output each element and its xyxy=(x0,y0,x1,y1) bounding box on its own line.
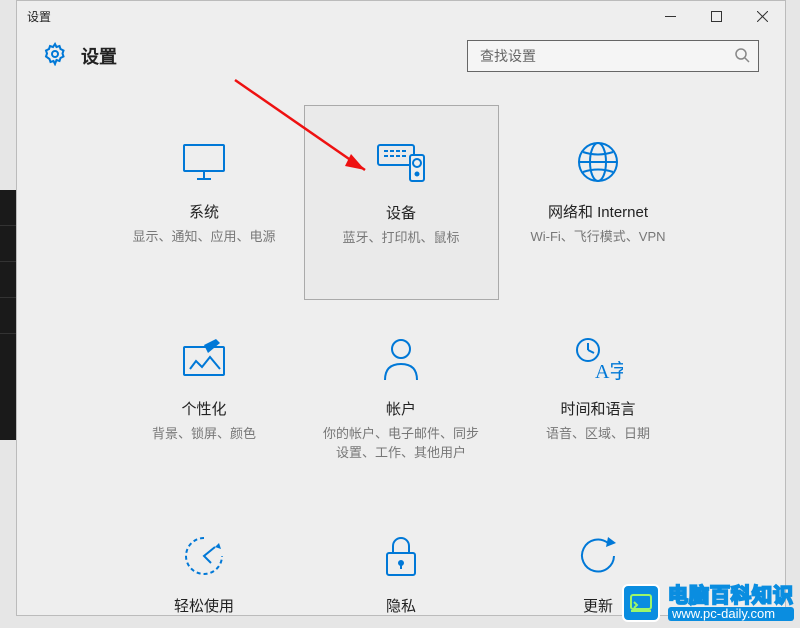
search-placeholder: 查找设置 xyxy=(480,46,734,66)
watermark: 电脑百科知识 www.pc-daily.com xyxy=(622,584,794,622)
maximize-button[interactable] xyxy=(693,1,739,31)
tile-title: 隐私 xyxy=(386,595,416,615)
close-button[interactable] xyxy=(739,1,785,31)
tile-system[interactable]: 系统 显示、通知、应用、电源 xyxy=(107,105,302,300)
tile-title: 系统 xyxy=(189,201,219,222)
update-icon xyxy=(575,529,621,583)
settings-window: 设置 设置 查找设置 xyxy=(16,0,786,616)
tiles-grid: 系统 显示、通知、应用、电源 设备 蓝牙、打印机、鼠标 xyxy=(107,105,696,615)
devices-icon xyxy=(374,136,428,190)
tile-desc: 语音、区域、日期 xyxy=(532,425,664,444)
tile-title: 时间和语言 xyxy=(560,398,635,419)
tile-desc: Wi-Fi、飞行模式、VPN xyxy=(516,228,679,247)
search-input[interactable]: 查找设置 xyxy=(467,40,759,72)
tile-privacy[interactable]: 隐私 位置、相机 xyxy=(304,499,499,615)
tile-title: 网络和 Internet xyxy=(548,201,648,222)
tile-desc: 蓝牙、打印机、鼠标 xyxy=(328,229,473,248)
tile-desc: 你的帐户、电子邮件、同步设置、工作、其他用户 xyxy=(304,425,499,463)
window-title: 设置 xyxy=(27,8,51,25)
globe-icon xyxy=(575,135,621,189)
tile-desc: 背景、锁屏、颜色 xyxy=(138,425,270,444)
search-icon xyxy=(734,47,750,66)
tile-ease-of-access[interactable]: 轻松使用 讲述人、放大镜、高对 xyxy=(107,499,302,615)
tile-network[interactable]: 网络和 Internet Wi-Fi、飞行模式、VPN xyxy=(501,105,696,300)
content-area: 系统 显示、通知、应用、电源 设备 蓝牙、打印机、鼠标 xyxy=(17,81,785,615)
tile-title: 设备 xyxy=(386,202,416,223)
tile-personalization[interactable]: 个性化 背景、锁屏、颜色 xyxy=(107,302,302,497)
tile-accounts[interactable]: 帐户 你的帐户、电子邮件、同步设置、工作、其他用户 xyxy=(304,302,499,497)
svg-text:A字: A字 xyxy=(595,360,623,382)
titlebar-controls xyxy=(647,1,785,31)
watermark-text-cn: 电脑百科知识 xyxy=(668,585,794,607)
gear-icon xyxy=(43,42,67,71)
tile-title: 更新 xyxy=(583,595,613,615)
external-sidebar xyxy=(0,190,16,440)
tile-time-language[interactable]: A字 时间和语言 语音、区域、日期 xyxy=(501,302,696,497)
watermark-text-en: www.pc-daily.com xyxy=(668,607,794,621)
time-language-icon: A字 xyxy=(573,332,623,386)
ease-icon xyxy=(181,529,227,583)
person-icon xyxy=(381,332,421,386)
minimize-button[interactable] xyxy=(647,1,693,31)
page-title: 设置 xyxy=(81,43,117,69)
tile-devices[interactable]: 设备 蓝牙、打印机、鼠标 xyxy=(304,105,499,300)
tile-title: 帐户 xyxy=(386,398,416,419)
lock-icon xyxy=(382,529,420,583)
tile-title: 轻松使用 xyxy=(174,595,234,615)
watermark-badge-icon xyxy=(622,584,660,622)
tile-title: 个性化 xyxy=(181,398,226,419)
monitor-icon xyxy=(179,135,229,189)
subheader: 设置 查找设置 xyxy=(17,31,785,81)
tile-desc: 显示、通知、应用、电源 xyxy=(118,228,289,247)
titlebar: 设置 xyxy=(17,1,785,31)
personalization-icon xyxy=(180,332,228,386)
